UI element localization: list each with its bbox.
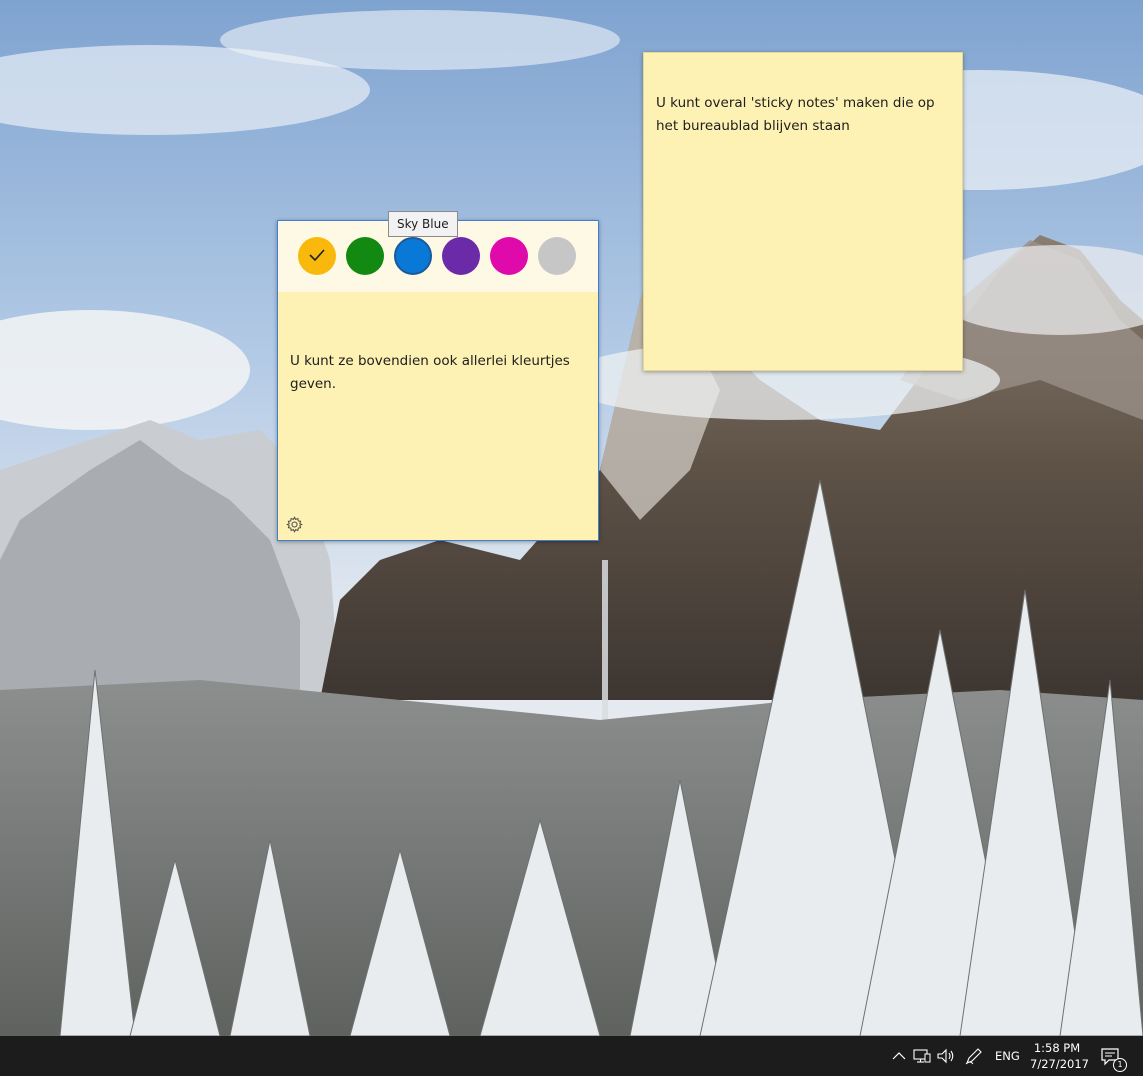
- color-tooltip: Sky Blue: [388, 211, 458, 237]
- sticky-note-right[interactable]: U kunt overal 'sticky notes' maken die o…: [643, 52, 963, 371]
- note-text[interactable]: U kunt ze bovendien ook allerlei kleurtj…: [290, 350, 586, 396]
- volume-icon[interactable]: [936, 1046, 956, 1066]
- chevron-up-icon[interactable]: [889, 1046, 909, 1066]
- gear-icon[interactable]: [286, 516, 303, 533]
- color-swatch-yellow[interactable]: [298, 237, 336, 275]
- taskbar: ENG 1:58 PM 7/27/2017 1: [0, 1036, 1143, 1076]
- clock-time: 1:58 PM: [1033, 1041, 1081, 1055]
- pen-icon[interactable]: [964, 1046, 984, 1066]
- checkmark-icon: [309, 249, 325, 262]
- color-swatch-green[interactable]: [346, 237, 384, 275]
- color-swatch-grey[interactable]: [538, 237, 576, 275]
- language-indicator[interactable]: ENG: [995, 1036, 1020, 1076]
- color-swatch-sky-blue[interactable]: [394, 237, 432, 275]
- notification-count-badge: 1: [1113, 1058, 1127, 1072]
- color-swatch-pink[interactable]: [490, 237, 528, 275]
- note-text[interactable]: U kunt overal 'sticky notes' maken die o…: [656, 92, 952, 138]
- sticky-note-left[interactable]: U kunt ze bovendien ook allerlei kleurtj…: [277, 220, 599, 541]
- network-icon[interactable]: [912, 1046, 932, 1066]
- color-swatch-purple[interactable]: [442, 237, 480, 275]
- clock[interactable]: 1:58 PM 7/27/2017: [1030, 1040, 1089, 1072]
- clock-date: 7/27/2017: [1030, 1057, 1089, 1071]
